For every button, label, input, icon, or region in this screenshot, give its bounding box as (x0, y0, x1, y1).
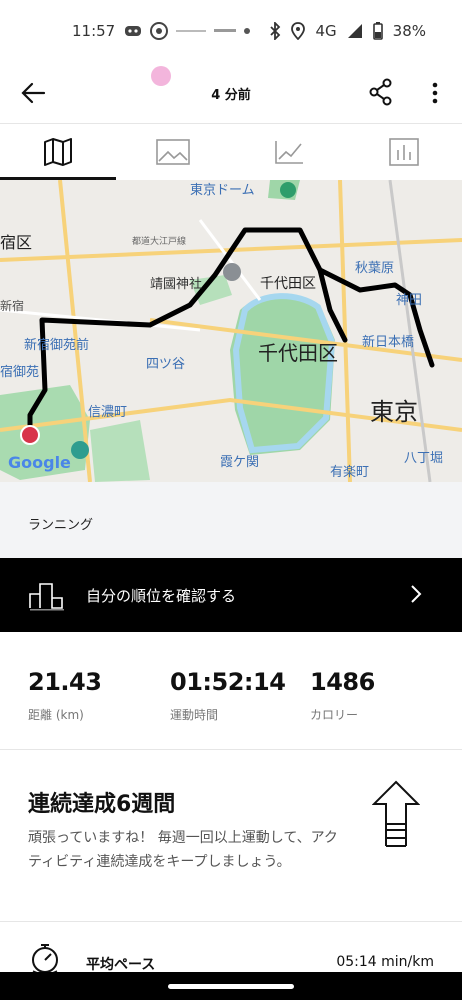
map-label-chiyoda-small: 千代田区 (260, 276, 316, 292)
stats-row: 21.43 距離 (km) 01:52:14 運動時間 1486 カロリー (0, 632, 462, 750)
map-label-shinjuku-gyoen-2: 宿御苑 (0, 364, 39, 380)
battery-icon (372, 22, 383, 40)
google-attribution: Google (8, 453, 71, 472)
status-time: 11:57 (72, 22, 116, 40)
map-label-hatchobori: 八丁堀 (404, 451, 443, 466)
map-label-yasukuni: 靖國神社 (150, 276, 202, 292)
stat-duration-value: 01:52:14 (170, 668, 286, 696)
map-label-shinjuku-gyoen: 新宿御苑前 (24, 337, 89, 353)
dot-icon (244, 28, 250, 34)
tab-splits[interactable] (347, 124, 462, 180)
map-label-shinjuku-ku: 宿区 (0, 233, 32, 252)
rank-label: 自分の順位を確認する (86, 587, 237, 605)
stat-distance: 21.43 距離 (km) (28, 668, 102, 723)
share-icon[interactable] (368, 78, 394, 106)
hospital-poi-icon (71, 441, 89, 459)
stat-duration: 01:52:14 運動時間 (170, 668, 286, 723)
image-icon (156, 139, 191, 165)
map-label-shinanomachi: 信濃町 (88, 405, 127, 420)
weather-icon (176, 30, 206, 32)
more-vert-icon[interactable] (428, 80, 442, 106)
line-chart-icon (274, 141, 303, 164)
map-label-shinjuku: 新宿 (0, 298, 24, 313)
rank-banner[interactable]: 自分の順位を確認する (0, 558, 462, 632)
route-map[interactable]: 東京ドーム 靖國神社 千代田区 千代田区 秋葉原 神田 新日本橋 東京 四ツ谷 … (0, 180, 462, 482)
map-label-kasumigaseki: 霞ケ関 (220, 455, 259, 470)
stat-calories-value: 1486 (310, 668, 375, 696)
map-label-chiyoda: 千代田区 (258, 341, 338, 365)
activity-type-bar: ランニング (0, 482, 462, 558)
app-icon (214, 29, 236, 32)
stat-calories-label: カロリー (310, 708, 359, 722)
tab-photo[interactable] (116, 124, 232, 180)
system-nav-bar (0, 972, 462, 1000)
signal-icon (347, 24, 362, 38)
battery-percent: 38% (392, 22, 426, 40)
status-right-icons: 4G 38% (269, 22, 426, 40)
status-bar: 11:57 4G 38% (0, 0, 462, 62)
location-icon (291, 22, 306, 40)
pink-dot (151, 66, 171, 86)
map-label-shin-nihombashi: 新日本橋 (362, 334, 414, 350)
stat-calories: 1486 カロリー (310, 668, 375, 723)
start-marker (20, 425, 40, 445)
view-tabs (0, 124, 462, 180)
map-label-tokyo-dome: 東京ドーム (190, 182, 255, 198)
network-type: 4G (315, 22, 337, 40)
shrine-poi-icon (223, 263, 241, 281)
streak-arrow-icon (372, 780, 420, 847)
stat-duration-label: 運動時間 (170, 708, 219, 722)
average-pace-value: 05:14 min/km (336, 954, 434, 970)
status-notification-icons (124, 22, 250, 40)
stopwatch-icon (32, 944, 58, 974)
streak-title: 連続達成6週間 (28, 792, 176, 817)
map-label-road: 都道大江戸線 (132, 235, 186, 247)
streak-card: 連続達成6週間 頑張っていますね！ 毎週一回以上運動して、アクティビティ連続達成… (0, 750, 462, 922)
map-label-tokyo: 東京 (370, 398, 418, 426)
average-pace-label: 平均ペース (86, 957, 156, 973)
streak-description: 頑張っていますね！ 毎週一回以上運動して、アクティビティ連続達成をキープしましょ… (28, 830, 338, 870)
home-gesture-handle[interactable] (168, 984, 294, 989)
bar-chart-icon (389, 138, 420, 166)
wifi-hotspot-icon (150, 22, 168, 40)
chevron-right-icon (411, 585, 422, 603)
bluetooth-icon (270, 22, 281, 40)
map-label-akihabara: 秋葉原 (355, 261, 394, 276)
discord-icon (125, 26, 141, 36)
app-bar: 4 分前 (0, 62, 462, 124)
map-label-kanda: 神田 (396, 293, 422, 308)
activity-type-label: ランニング (28, 518, 94, 533)
map-canvas: 東京ドーム 靖國神社 千代田区 千代田区 秋葉原 神田 新日本橋 東京 四ツ谷 … (0, 180, 462, 482)
tab-map[interactable] (0, 124, 116, 180)
stat-distance-value: 21.43 (28, 668, 102, 696)
tab-graph[interactable] (231, 124, 347, 180)
podium-icon (29, 583, 64, 611)
map-label-yurakucho: 有楽町 (330, 464, 369, 480)
dome-poi-icon (280, 182, 296, 198)
stat-distance-label: 距離 (km) (28, 708, 84, 722)
map-label-yotsuya: 四ツ谷 (146, 357, 185, 372)
map-icon (43, 138, 72, 166)
